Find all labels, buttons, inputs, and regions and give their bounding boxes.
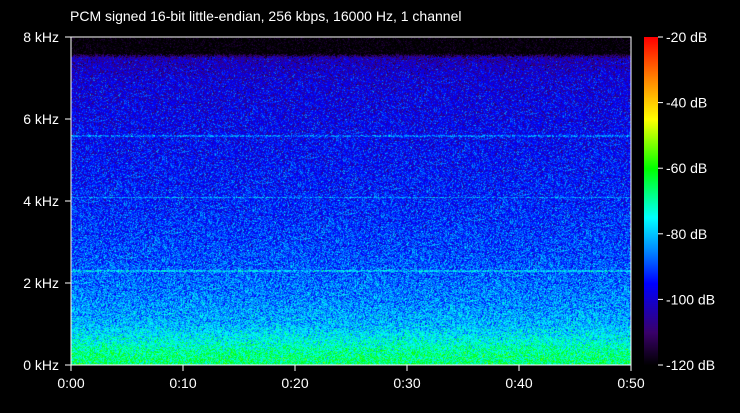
x-tick-label: 0:20 xyxy=(281,375,308,391)
x-tick-label: 0:40 xyxy=(505,375,532,391)
x-tick-label: 0:30 xyxy=(393,375,420,391)
y-tick-label: 0 kHz xyxy=(23,357,59,373)
colorbar-tick-label: -100 dB xyxy=(666,291,715,307)
y-tick-label: 8 kHz xyxy=(23,29,59,45)
x-tick-label: 0:10 xyxy=(169,375,196,391)
colorbar-tick-label: -120 dB xyxy=(666,357,715,373)
y-axis: 0 kHz 2 kHz 4 kHz 6 kHz 8 kHz xyxy=(23,29,71,373)
x-axis: 0:00 0:10 0:20 0:30 0:40 0:50 xyxy=(57,365,645,391)
x-tick-label: 0:00 xyxy=(57,375,84,391)
y-tick-label: 4 kHz xyxy=(23,193,59,209)
colorbar-tick-label: -20 dB xyxy=(666,29,707,45)
colorbar-axis: -20 dB -40 dB -60 dB -80 dB -100 dB -120 dB xyxy=(658,29,715,373)
colorbar-tick-label: -40 dB xyxy=(666,95,707,111)
chart-title: PCM signed 16-bit little-endian, 256 kbp… xyxy=(70,8,461,24)
x-tick-label: 0:50 xyxy=(617,375,644,391)
spectrogram-chart: PCM signed 16-bit little-endian, 256 kbp… xyxy=(23,8,715,391)
y-tick-label: 6 kHz xyxy=(23,111,59,127)
colorbar-tick-label: -60 dB xyxy=(666,160,707,176)
spectrogram-plot-area xyxy=(71,37,631,365)
colorbar-tick-label: -80 dB xyxy=(666,226,707,242)
colorbar xyxy=(644,37,658,365)
y-tick-label: 2 kHz xyxy=(23,275,59,291)
